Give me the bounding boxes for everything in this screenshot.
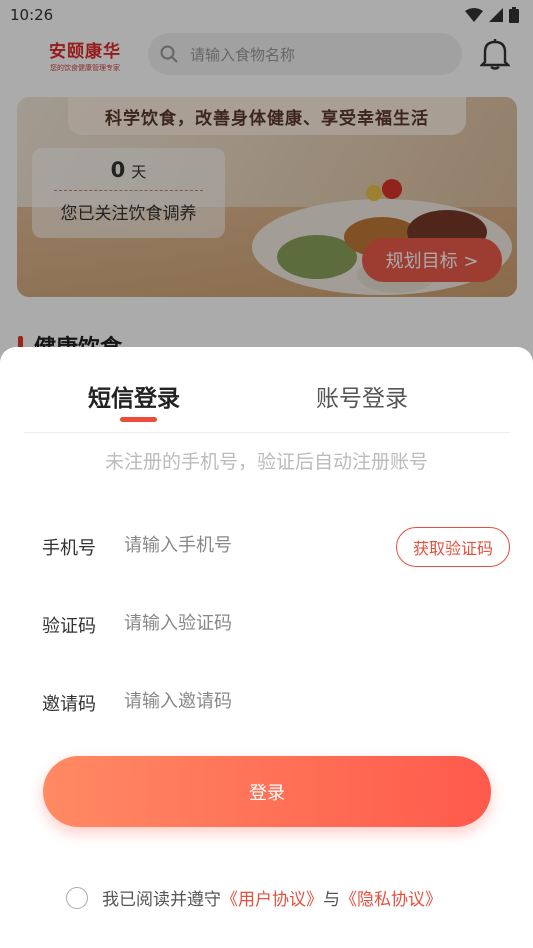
phone-input[interactable] (124, 530, 384, 560)
tab-account-login[interactable]: 账号登录 (316, 379, 408, 413)
invite-label: 邀请码 (42, 694, 96, 715)
active-tab-indicator (120, 417, 157, 422)
login-sheet: 短信登录 账号登录 未注册的手机号，验证后自动注册账号 手机号 获取验证码 验证… (0, 347, 533, 948)
register-hint: 未注册的手机号，验证后自动注册账号 (104, 451, 428, 473)
agreement-checkbox[interactable] (66, 886, 88, 909)
code-label: 验证码 (42, 616, 96, 637)
phone-label: 手机号 (42, 538, 96, 559)
invite-input[interactable] (124, 686, 384, 716)
user-agreement-link[interactable]: 《用户协议》 (221, 885, 323, 910)
agreement-prefix: 我已阅读并遵守 (102, 890, 221, 910)
privacy-agreement-link[interactable]: 《隐私协议》 (340, 885, 442, 910)
agreement-row: 我已阅读并遵守 《用户协议》 与 《隐私协议》 (66, 885, 442, 910)
get-code-button[interactable]: 获取验证码 (396, 527, 510, 567)
tab-sms-login[interactable]: 短信登录 (88, 379, 180, 413)
code-input[interactable] (124, 608, 384, 638)
agreement-and: 与 (323, 890, 340, 910)
login-tabs: 短信登录 账号登录 (24, 347, 511, 433)
login-button[interactable]: 登录 (43, 756, 491, 827)
